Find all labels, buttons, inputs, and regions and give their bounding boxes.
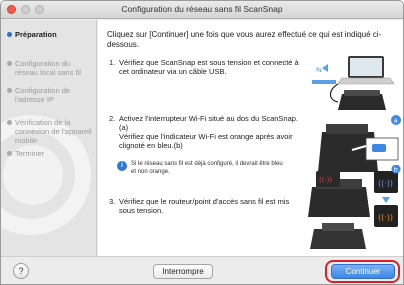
arrow-down-icon [382,197,390,203]
svg-text:((·)): ((·)) [319,176,332,184]
dialog-footer: ? Interrompre Continuer [1,256,403,284]
item-line: Vérifiez que l'indicateur Wi-Fi est oran… [119,132,293,141]
step-finish: Terminer [7,149,95,158]
step-ip-config: Configuration de l'adresse IP [7,86,95,104]
usb-connection-illustration: ⇆ [312,56,395,110]
step-wlan-config: Configuration du réseau local sans fil [7,59,95,77]
usb-icon: ⇆ [316,66,322,74]
steps-sidebar: Préparation Configuration du réseau loca… [1,20,97,256]
step-pending-icon [7,61,12,66]
window-title: Configuration du réseau sans fil ScanSna… [121,4,283,14]
wifi-indicator-illustration: ((·)) ((·)) ((·)) b [308,165,401,249]
marker-a: a [394,117,398,125]
item-body: Vérifiez que ScanSnap est sous tension e… [119,58,309,76]
item-line: clignoté en bleu.(b) [119,141,183,150]
item-line: cet ordinateur via un câble USB. [119,67,227,76]
setup-window: Configuration du réseau sans fil ScanSna… [0,0,404,285]
usb-cable-icon [329,83,339,103]
scanner-front-icon [308,187,370,217]
router-icon [310,229,366,249]
help-button[interactable]: ? [13,263,29,279]
wifi-switch-icon [372,144,386,152]
step-pending-icon [7,120,12,125]
item-number: 1. [109,58,116,67]
step-label: Configuration de l'adresse IP [15,86,71,104]
svg-text:((·)): ((·)) [378,179,393,188]
step-label: Vérification de la connexion de l'appare… [15,118,92,145]
item-body: Vérifiez que le routeur/point d'accès sa… [119,197,309,215]
intro-text: Cliquez sur [Continuer] une fois que vou… [107,30,382,49]
step-label: Terminer [15,149,45,158]
step-label: Configuration du réseau local sans fil [15,59,81,77]
note-text: Si le réseau sans fil est déjà configuré… [131,161,311,176]
svg-text:((·)): ((·)) [378,213,393,222]
step-preparation: Préparation [7,30,95,39]
item-line: sous tension. [119,206,164,215]
interrupt-button[interactable]: Interrompre [153,264,213,279]
info-icon: i [117,161,127,171]
note-line: et non orange. [131,168,170,175]
marker-b: b [394,166,398,174]
item-line: (a) [119,123,129,132]
laptop-base-icon [337,77,395,85]
step-pending-icon [7,88,12,93]
instructions-panel: Cliquez sur [Continuer] une fois que vou… [98,20,403,256]
item-line: Vérifiez que le routeur/point d'accès sa… [119,197,290,206]
note-line: Si le réseau sans fil est déjà configuré… [131,161,283,167]
continue-button[interactable]: Continuer [331,264,395,279]
item-line: Activez l'interrupteur Wi-Fi situé au do… [119,114,299,123]
item-number: 3. [109,197,116,206]
scanner-icon [338,94,386,110]
step-current-icon [7,32,12,37]
item-body: Activez l'interrupteur Wi-Fi situé au do… [119,114,309,150]
step-pending-icon [7,151,12,156]
step-mobile-check: Vérification de la connexion de l'appare… [7,118,95,145]
item-line: Vérifiez que ScanSnap est sous tension e… [119,58,299,67]
title-bar: Configuration du réseau sans fil ScanSna… [1,1,403,19]
item-number: 2. [109,114,116,123]
step-label: Préparation [15,30,57,39]
